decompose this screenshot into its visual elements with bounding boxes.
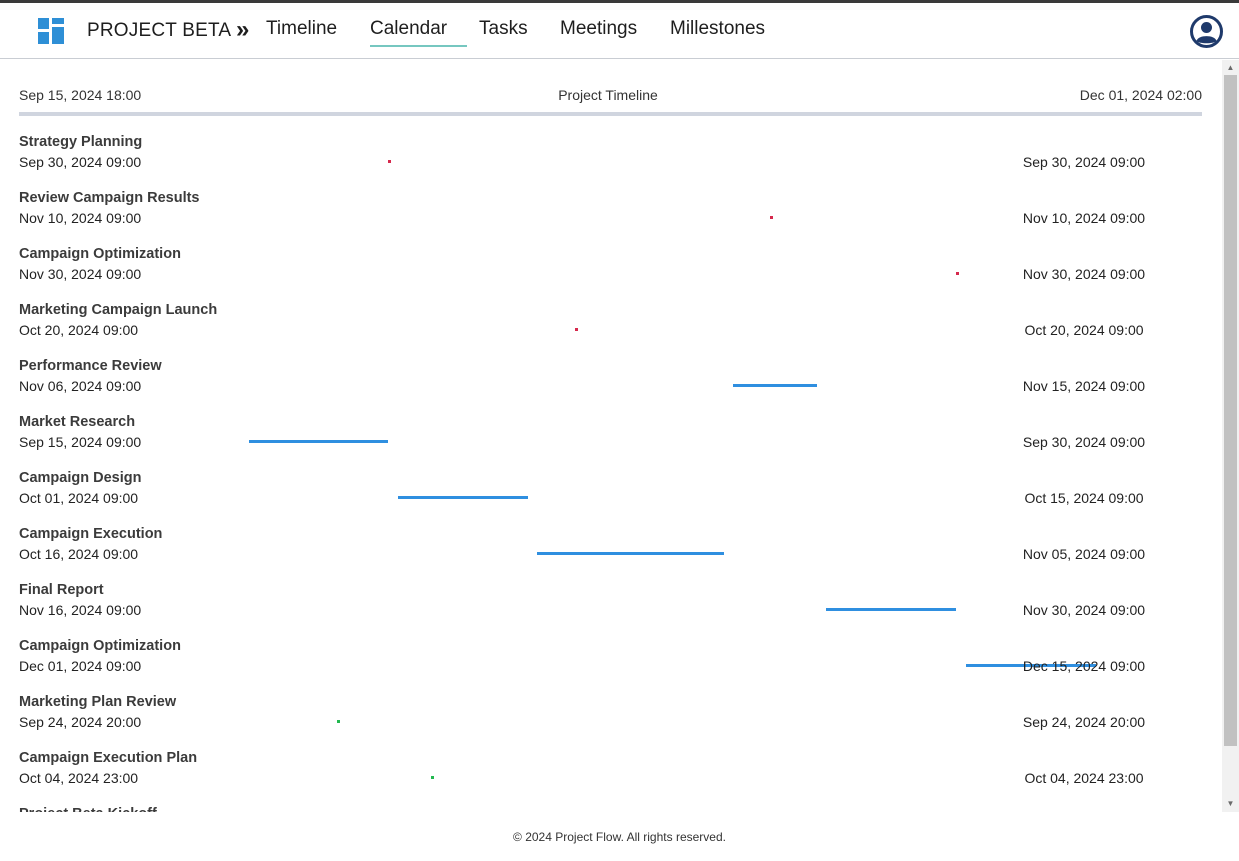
row-end-date: Nov 05, 2024 09:00 <box>1022 546 1146 562</box>
triangle-down-icon[interactable]: ▼ <box>1222 798 1239 810</box>
row-start-date: Sep 30, 2024 09:00 <box>19 154 142 170</box>
timeline-row[interactable]: Market Research Sep 15, 2024 09:00 Sep 30,… <box>0 414 1222 470</box>
milestone-bar[interactable] <box>956 272 960 275</box>
row-end-date: Nov 10, 2024 09:00 <box>1022 210 1146 226</box>
triangle-up-icon[interactable]: ▲ <box>1222 62 1239 74</box>
timeline-row[interactable]: Campaign Execution Plan Oct 04, 2024 23:0… <box>0 750 1222 806</box>
task-bar[interactable] <box>732 384 817 387</box>
row-title: Marketing Plan Review <box>19 694 177 710</box>
page-footer: © 2024 Project Flow. All rights reserved… <box>0 812 1239 861</box>
footer-copyright: © 2024 Project Flow. All rights reserved… <box>513 830 726 844</box>
row-end-date: Oct 04, 2024 23:00 <box>1024 770 1144 786</box>
milestone-bar[interactable] <box>388 160 392 163</box>
timeline-row[interactable]: Review Campaign Results Nov 10, 2024 09:0… <box>0 190 1222 246</box>
task-bar[interactable] <box>397 496 528 499</box>
row-title: Campaign Execution <box>19 526 163 542</box>
timeline-row[interactable]: Strategy Planning Sep 30, 2024 09:00 Sep 3… <box>0 134 1222 190</box>
meeting-bar[interactable] <box>336 720 340 723</box>
row-end-date: Nov 30, 2024 09:00 <box>1022 266 1146 282</box>
row-title: Marketing Campaign Launch <box>19 302 218 318</box>
row-start-date: Oct 16, 2024 09:00 <box>19 546 139 562</box>
row-end-date: Sep 30, 2024 09:00 <box>1022 154 1146 170</box>
row-start-date: Nov 16, 2024 09:00 <box>19 602 142 618</box>
timeline-row[interactable]: Marketing Plan Review Sep 24, 2024 20:00 S… <box>0 694 1222 750</box>
row-start-date: Dec 01, 2024 09:00 <box>19 658 142 674</box>
task-bar[interactable] <box>248 440 389 443</box>
timeline-row[interactable]: Campaign Execution Oct 16, 2024 09:00 Nov … <box>0 526 1222 582</box>
timeline-axis-rule <box>19 112 1202 116</box>
vertical-scrollbar[interactable]: ▲ ▼ <box>1222 60 1239 812</box>
row-title: Campaign Optimization <box>19 638 181 654</box>
timeline-row[interactable]: Campaign Design Oct 01, 2024 09:00 Oct 15,… <box>0 470 1222 526</box>
row-end-date: Dec 15, 2024 09:00 <box>1022 658 1146 674</box>
project-title: PROJECT BETA <box>87 20 232 41</box>
row-start-date: Oct 20, 2024 09:00 <box>19 322 139 338</box>
nav-timeline[interactable]: Timeline <box>266 18 337 40</box>
breadcrumb-separator: » <box>236 16 250 43</box>
row-end-date: Sep 24, 2024 20:00 <box>1022 714 1146 730</box>
timeline-panel: Sep 15, 2024 18:00 Project Timeline Dec … <box>0 60 1222 812</box>
milestone-bar[interactable] <box>574 328 578 331</box>
meeting-bar[interactable] <box>430 776 434 779</box>
row-start-date: Oct 04, 2024 23:00 <box>19 770 139 786</box>
timeline-row[interactable]: Campaign Optimization Nov 30, 2024 09:00 N… <box>0 246 1222 302</box>
nav-tasks[interactable]: Tasks <box>479 18 528 40</box>
row-start-date: Oct 01, 2024 09:00 <box>19 490 139 506</box>
row-title: Market Research <box>19 414 136 430</box>
row-end-date: Nov 30, 2024 09:00 <box>1022 602 1146 618</box>
row-end-date: Nov 15, 2024 09:00 <box>1022 378 1146 394</box>
scrollbar-thumb[interactable] <box>1224 75 1237 746</box>
row-title: Final Report <box>19 582 104 598</box>
row-start-date: Sep 15, 2024 09:00 <box>19 434 142 450</box>
row-title: Campaign Optimization <box>19 246 181 262</box>
row-start-date: Nov 30, 2024 09:00 <box>19 266 142 282</box>
nav-meetings[interactable]: Meetings <box>560 18 637 40</box>
row-title: Review Campaign Results <box>19 190 200 206</box>
nav-calendar[interactable]: Calendar <box>370 18 467 47</box>
row-end-date: Oct 20, 2024 09:00 <box>1024 322 1144 338</box>
timeline-row[interactable]: Performance Review Nov 06, 2024 09:00 Nov … <box>0 358 1222 414</box>
row-end-date: Sep 30, 2024 09:00 <box>1022 434 1146 450</box>
timeline-row[interactable]: Marketing Campaign Launch Oct 20, 2024 09… <box>0 302 1222 358</box>
timeline-row[interactable]: Campaign Optimization Dec 01, 2024 09:00 D… <box>0 638 1222 694</box>
timeline-end-label: Dec 01, 2024 02:00 <box>1079 87 1202 103</box>
milestone-bar[interactable] <box>770 216 774 219</box>
row-end-date: Oct 15, 2024 09:00 <box>1024 490 1144 506</box>
row-start-date: Nov 10, 2024 09:00 <box>19 210 142 226</box>
task-bar[interactable] <box>826 608 957 611</box>
top-navbar: PROJECT BETA » Timeline Calendar Tasks M… <box>0 3 1239 59</box>
row-start-date: Sep 24, 2024 20:00 <box>19 714 142 730</box>
timeline-row[interactable]: Final Report Nov 16, 2024 09:00 Nov 30, 20… <box>0 582 1222 638</box>
row-start-date: Nov 06, 2024 09:00 <box>19 378 142 394</box>
row-title: Performance Review <box>19 358 162 374</box>
nav-milestones[interactable]: Millestones <box>670 18 765 40</box>
row-title: Campaign Execution Plan <box>19 750 198 766</box>
row-title: Strategy Planning <box>19 134 143 150</box>
task-bar[interactable] <box>537 552 724 555</box>
row-title: Campaign Design <box>19 470 142 486</box>
timeline-title: Project Timeline <box>558 87 658 103</box>
user-avatar-icon[interactable] <box>1190 15 1223 48</box>
grid-logo-icon[interactable] <box>38 18 64 44</box>
